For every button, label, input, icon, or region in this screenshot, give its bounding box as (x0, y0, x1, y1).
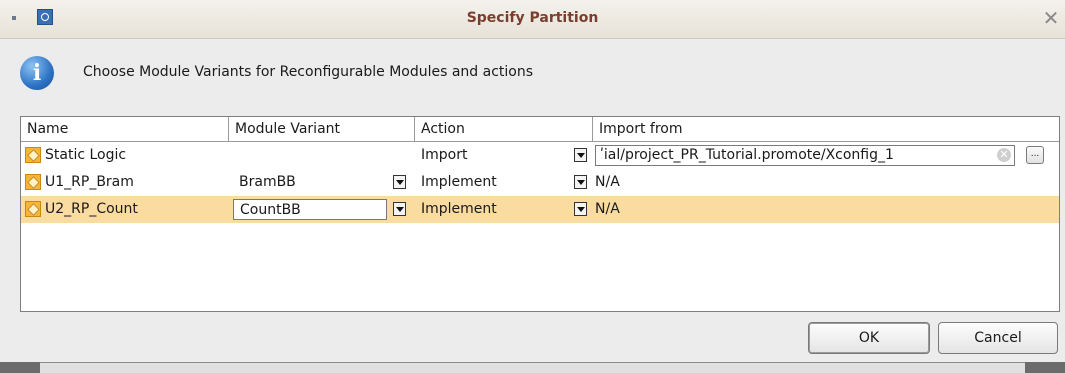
action-cell[interactable]: Implement (415, 169, 575, 196)
name-cell: Static Logic (21, 142, 229, 169)
cancel-button[interactable]: Cancel (938, 322, 1058, 354)
title-bar[interactable]: Specify Partition ✕ (0, 0, 1065, 39)
action-cell[interactable]: Implement (415, 196, 575, 223)
info-icon: i (20, 56, 54, 90)
row-name: Static Logic (45, 147, 127, 163)
close-icon[interactable]: ✕ (1041, 8, 1061, 28)
variant-dropdown-icon[interactable] (393, 202, 406, 216)
import-from-cell: N/A (595, 201, 620, 217)
table-row[interactable]: Static Logic Import ʹial/project_PR_Tuto… (21, 142, 1059, 169)
row-name: U2_RP_Count (45, 201, 138, 217)
ok-button[interactable]: OK (808, 322, 930, 354)
partition-icon (25, 147, 41, 163)
action-cell[interactable]: Import (415, 142, 575, 169)
partition-icon (25, 174, 41, 190)
partition-icon (25, 201, 41, 217)
module-variant-cell (229, 142, 415, 169)
specify-partition-dialog: Specify Partition ✕ i Choose Module Vari… (0, 0, 1065, 362)
import-from-cell: N/A (595, 174, 620, 190)
import-from-field[interactable]: ʹial/project_PR_Tutorial.promote/Xconfig… (595, 145, 1015, 166)
table-row[interactable]: U1_RP_Bram BramBB Implement N/A (21, 169, 1059, 196)
browse-button[interactable]: ... (1026, 146, 1044, 164)
column-header-module-variant[interactable]: Module Variant (229, 117, 415, 141)
action-dropdown-icon[interactable] (574, 175, 587, 189)
module-variant-cell[interactable]: BramBB (229, 169, 389, 196)
column-header-import-from[interactable]: Import from (593, 117, 1059, 141)
table-row[interactable]: U2_RP_Count CountBB Implement N/A (21, 196, 1059, 223)
window-edge (40, 362, 1025, 373)
action-dropdown-icon[interactable] (574, 202, 587, 216)
name-cell: U2_RP_Count (21, 196, 229, 223)
column-header-action[interactable]: Action (415, 117, 593, 141)
column-header-name[interactable]: Name (21, 117, 229, 141)
module-variant-cell[interactable]: CountBB (233, 199, 387, 220)
table-header: Name Module Variant Action Import from (21, 117, 1059, 142)
name-cell: U1_RP_Bram (21, 169, 229, 196)
window-title: Specify Partition (466, 10, 599, 26)
action-dropdown-icon[interactable] (574, 148, 587, 162)
dialog-message: Choose Module Variants for Reconfigurabl… (83, 64, 534, 80)
clear-icon[interactable]: ✕ (997, 148, 1011, 162)
variant-dropdown-icon[interactable] (393, 175, 406, 189)
row-name: U1_RP_Bram (45, 174, 134, 190)
partition-table: Name Module Variant Action Import from S… (20, 116, 1060, 312)
